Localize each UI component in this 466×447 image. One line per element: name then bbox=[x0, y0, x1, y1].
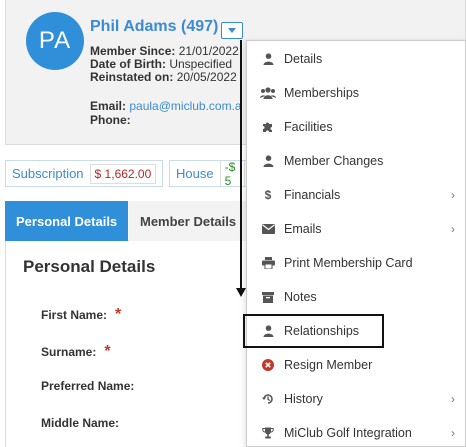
menu-item-label: Print Membership Card bbox=[284, 256, 413, 270]
section-title: Personal Details bbox=[23, 257, 156, 276]
avatar: PA bbox=[26, 12, 84, 70]
menu-item-financials[interactable]: $ Financials › bbox=[247, 180, 465, 210]
print-icon bbox=[260, 257, 276, 269]
reinstated-value: 20/05/2022 bbox=[176, 70, 237, 84]
subscription-balance[interactable]: Subscription $ 1,662.00 bbox=[5, 160, 163, 187]
email-label: Email: bbox=[90, 99, 127, 113]
member-since-label: Member Since: bbox=[90, 44, 176, 58]
trophy-icon bbox=[260, 427, 276, 439]
menu-item-label: Member Changes bbox=[284, 154, 384, 168]
menu-item-details[interactable]: Details bbox=[247, 44, 465, 74]
annotation-arrow-head bbox=[236, 288, 246, 297]
reinstated-row: Reinstated on: 20/05/2022 bbox=[90, 71, 237, 83]
annotation-arrow-line bbox=[240, 40, 242, 290]
phone-row: Phone: bbox=[90, 114, 131, 126]
subscription-label: Subscription bbox=[12, 166, 84, 181]
required-marker: * bbox=[104, 343, 111, 360]
menu-item-label: Memberships bbox=[284, 86, 360, 100]
archive-icon bbox=[260, 291, 276, 303]
caret-down-icon bbox=[228, 28, 236, 33]
required-marker: * bbox=[115, 306, 122, 323]
menu-item-member-changes[interactable]: Member Changes bbox=[247, 146, 465, 176]
dob-value: Unspecified bbox=[169, 57, 233, 71]
dollar-icon: $ bbox=[264, 188, 272, 202]
email-link[interactable]: paula@miclub.com.a bbox=[129, 99, 241, 113]
first-name-label-text: First Name: bbox=[41, 308, 108, 322]
menu-item-resign-member[interactable]: Resign Member bbox=[247, 350, 465, 380]
menu-item-history[interactable]: History › bbox=[247, 384, 465, 414]
menu-item-label: Resign Member bbox=[284, 358, 373, 372]
menu-item-label: Details bbox=[284, 52, 323, 66]
tab-member-details[interactable]: Member Details bbox=[129, 201, 249, 241]
member-since-value: 21/01/2022 bbox=[178, 44, 239, 58]
menu-item-emails[interactable]: Emails › bbox=[247, 214, 465, 244]
history-icon bbox=[260, 393, 276, 405]
middle-name-label: Middle Name: bbox=[41, 416, 120, 430]
chevron-right-icon: › bbox=[451, 392, 455, 406]
surname-label: Surname: * bbox=[41, 343, 111, 361]
chevron-right-icon: › bbox=[451, 426, 455, 440]
email-row: Email: paula@miclub.com.a bbox=[90, 100, 242, 112]
member-since-row: Member Since: 21/01/2022 bbox=[90, 45, 239, 57]
menu-item-label: Relationships bbox=[284, 324, 360, 338]
chevron-right-icon: › bbox=[451, 222, 455, 236]
menu-item-notes[interactable]: Notes bbox=[247, 282, 465, 312]
envelope-icon bbox=[260, 224, 276, 234]
member-actions-dropdown-toggle[interactable] bbox=[221, 22, 243, 39]
puzzle-icon bbox=[260, 121, 276, 133]
preferred-name-label: Preferred Name: bbox=[41, 379, 135, 393]
menu-item-label: Notes bbox=[284, 290, 317, 304]
member-name[interactable]: Phil Adams (497) bbox=[90, 18, 218, 36]
menu-item-miclub-golf-integration[interactable]: MiClub Golf Integration › bbox=[247, 418, 465, 447]
menu-item-facilities[interactable]: Facilities bbox=[247, 112, 465, 142]
menu-item-memberships[interactable]: Memberships bbox=[247, 78, 465, 108]
dob-label: Date of Birth: bbox=[90, 57, 166, 71]
phone-label: Phone: bbox=[90, 113, 131, 127]
menu-item-label: Financials bbox=[284, 188, 341, 202]
menu-item-label: MiClub Golf Integration bbox=[284, 426, 412, 440]
menu-item-print-membership-card[interactable]: Print Membership Card bbox=[247, 248, 465, 278]
subscription-value: $ 1,662.00 bbox=[89, 163, 157, 184]
menu-item-label: Emails bbox=[284, 222, 322, 236]
surname-label-text: Surname: bbox=[41, 345, 97, 359]
first-name-label: First Name: * bbox=[41, 306, 121, 324]
house-label: House bbox=[176, 166, 214, 181]
times-circle-icon bbox=[260, 359, 276, 371]
house-balance[interactable]: House -$ 5 bbox=[169, 160, 249, 187]
tab-personal-details[interactable]: Personal Details bbox=[5, 201, 129, 241]
reinstated-label: Reinstated on: bbox=[90, 70, 174, 84]
menu-item-label: Facilities bbox=[284, 120, 333, 134]
user-icon bbox=[260, 155, 276, 167]
user-icon bbox=[260, 53, 276, 65]
member-actions-menu: Details Memberships Facilities Member Ch… bbox=[243, 40, 466, 447]
menu-item-relationships[interactable]: Relationships bbox=[243, 314, 384, 348]
chevron-right-icon: › bbox=[451, 188, 455, 202]
users-icon bbox=[260, 87, 276, 99]
user-icon bbox=[260, 325, 276, 337]
dob-row: Date of Birth: Unspecified bbox=[90, 58, 232, 70]
menu-item-label: History bbox=[284, 392, 323, 406]
